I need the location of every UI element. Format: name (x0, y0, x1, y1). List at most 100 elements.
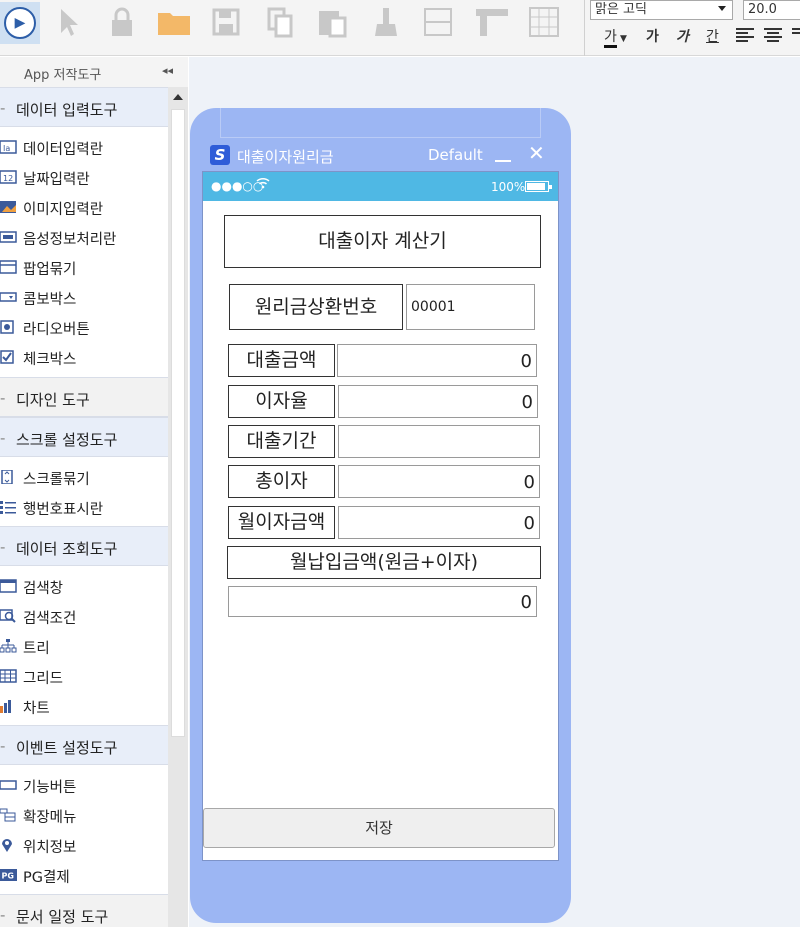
minimize-icon[interactable] (495, 160, 511, 162)
align-right-icon (792, 28, 800, 34)
tool-label: 검색조건 (23, 611, 77, 627)
toolbar-divider (584, 0, 585, 56)
open-button[interactable] (156, 4, 192, 40)
map-pin-icon (2, 839, 12, 852)
bold-glyph: 가 (646, 29, 659, 45)
close-icon[interactable]: ✕ (528, 143, 545, 163)
scroll-up-icon[interactable] (173, 94, 183, 100)
tool-checkbox[interactable]: 체크박스 (0, 342, 168, 372)
tool-image-input[interactable]: 이미지입력란 (0, 192, 168, 222)
category-design[interactable]: - 디자인 도구 (0, 377, 168, 417)
ruler-button[interactable] (474, 4, 510, 40)
chevron-down-icon (718, 6, 726, 11)
loan-period-field[interactable] (338, 425, 540, 458)
save-file-button[interactable] (208, 4, 244, 40)
tool-label: 체크박스 (23, 352, 77, 368)
paste-button[interactable] (314, 4, 350, 40)
copy-button[interactable] (262, 4, 298, 40)
tool-search-window[interactable]: 검색창 (0, 571, 168, 601)
monthly-interest-label: 월이자금액 (228, 506, 335, 539)
category-scroll[interactable]: - 스크롤 설정도구 (0, 417, 168, 457)
tool-extended-menu[interactable]: 확장메뉴 (0, 800, 168, 830)
font-family-select[interactable]: 맑은 고딕 (590, 0, 733, 20)
tool-location[interactable]: 위치정보 (0, 830, 168, 860)
tool-scroll-group[interactable]: 스크롤묶기 (0, 462, 168, 492)
bold-button[interactable]: 가 (646, 26, 659, 48)
interest-rate-field[interactable]: 0 (338, 385, 538, 418)
tool-row-number[interactable]: 행번호표시란 (0, 492, 168, 522)
tool-label: 팝업묶기 (23, 262, 77, 278)
monthly-interest-field[interactable]: 0 (338, 506, 540, 539)
copy-icon (267, 7, 293, 38)
clipboard-icon (319, 11, 347, 38)
tool-combobox[interactable]: 콤보박스 (0, 282, 168, 312)
button-icon (0, 780, 17, 790)
tool-function-button[interactable]: 기능버튼 (0, 770, 168, 800)
table-icon (0, 669, 17, 683)
tool-voice-input[interactable]: 음성정보처리란 (0, 222, 168, 252)
tool-label: 검색창 (23, 581, 64, 597)
loan-period-label: 대출기간 (228, 425, 335, 458)
format-brush-button[interactable] (368, 4, 404, 40)
grid-button[interactable] (526, 4, 562, 40)
calendar-icon: 12 (0, 170, 17, 184)
collapse-panel-button[interactable]: ◂◂ (162, 64, 173, 77)
svg-text:12: 12 (3, 174, 13, 183)
category-data-input[interactable]: - 데이터 입력도구 (0, 87, 168, 127)
tool-label: 트리 (23, 641, 50, 657)
scroll-icon (1, 470, 13, 484)
font-color-button[interactable]: 가 ▼ (604, 26, 627, 48)
interest-rate-label: 이자율 (228, 385, 335, 418)
font-color-glyph: 가 (604, 29, 617, 48)
contract-number-label: 원리금상환번호 (229, 284, 403, 330)
tool-label: 음성정보처리란 (23, 232, 117, 248)
tool-grid[interactable]: 그리드 (0, 661, 168, 691)
category-label: 문서 일정 도구 (16, 908, 109, 926)
italic-button[interactable]: 가 (676, 26, 689, 48)
align-right-button[interactable] (792, 26, 800, 48)
app-screen: ●●●○○ 100% 대출이자 계산기 원리금상환번호 00001 대출금액 0… (202, 171, 559, 861)
tool-chart[interactable]: 차트 (0, 691, 168, 721)
align-button[interactable] (420, 4, 456, 40)
tool-label: 스크롤묶기 (23, 472, 90, 488)
align-left-button[interactable] (736, 26, 754, 48)
align-icon (424, 8, 452, 36)
loan-amount-field[interactable]: 0 (337, 344, 537, 377)
text-field-icon: Ia (0, 140, 17, 154)
category-label: 이벤트 설정도구 (16, 739, 118, 757)
tool-search-condition[interactable]: 검색조건 (0, 601, 168, 631)
brush-icon (375, 8, 397, 36)
theme-label[interactable]: Default (428, 146, 483, 164)
lock-button[interactable] (104, 4, 140, 40)
form-header: 대출이자 계산기 (224, 215, 541, 268)
tool-popup-group[interactable]: 팝업묶기 (0, 252, 168, 282)
save-button[interactable]: 저장 (203, 808, 555, 848)
tool-radio-button[interactable]: 라디오버튼 (0, 312, 168, 342)
radio-icon (0, 320, 14, 334)
category-label: 데이터 조회도구 (16, 540, 118, 558)
checkbox-icon (0, 350, 14, 364)
align-center-button[interactable] (764, 26, 782, 48)
tool-pg-payment[interactable]: PG PG결제 (0, 860, 168, 890)
contract-number-field[interactable]: 00001 (406, 284, 535, 330)
pointer-tool-button[interactable] (50, 4, 86, 40)
scrollbar-thumb[interactable] (171, 109, 185, 737)
tool-data-input-field[interactable]: Ia 데이터입력란 (0, 132, 168, 162)
category-document-schedule[interactable]: - 문서 일정 도구 (0, 894, 168, 927)
category-event[interactable]: - 이벤트 설정도구 (0, 725, 168, 765)
battery-icon (525, 181, 552, 192)
folder-icon (158, 13, 190, 35)
bar-chart-icon (0, 700, 11, 713)
run-button[interactable]: ▶ (0, 2, 40, 44)
font-size-select[interactable]: 20.0 (743, 0, 800, 20)
tool-date-input[interactable]: 12 날짜입력란 (0, 162, 168, 192)
underline-button[interactable]: 간 (706, 26, 719, 48)
panel-scrollbar[interactable] (168, 87, 188, 927)
tool-tree[interactable]: 트리 (0, 631, 168, 661)
category-data-query[interactable]: - 데이터 조회도구 (0, 526, 168, 566)
monthly-payment-field[interactable]: 0 (228, 586, 537, 617)
total-interest-field[interactable]: 0 (338, 465, 540, 498)
search-icon (0, 609, 16, 623)
battery-percent: 100% (491, 180, 526, 194)
chevron-down-icon: ▼ (616, 34, 627, 44)
